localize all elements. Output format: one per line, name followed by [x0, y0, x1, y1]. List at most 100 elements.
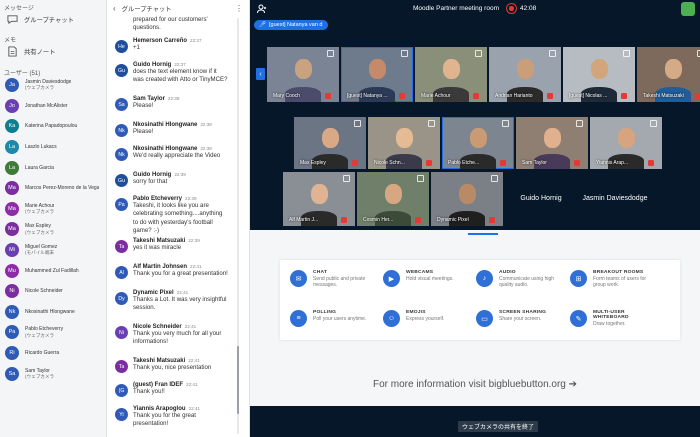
- fullscreen-icon[interactable]: [491, 175, 498, 182]
- message-body: Nicole Schneider 22:41 Thank you very much…: [133, 324, 229, 347]
- fullscreen-icon[interactable]: [576, 120, 583, 127]
- video-tile-name: Dynamic Pixel: [437, 217, 469, 223]
- video-tile[interactable]: Nicole Schn...: [368, 117, 440, 169]
- stop-webcam-button[interactable]: ウェブカメラの共有を終了: [458, 421, 539, 432]
- chat-message-list: prepared for our customers' questions. He…: [107, 16, 249, 437]
- avatar: (G: [115, 384, 128, 397]
- user-list-item[interactable]: Pa Pablo Etcheverry (ウェブカメラ: [0, 322, 106, 343]
- meeting-area: Moodle Partner meeting room 42:08 🎤︎ [gu…: [250, 0, 700, 437]
- recording-icon[interactable]: [506, 3, 517, 14]
- fullscreen-icon[interactable]: [623, 50, 630, 57]
- muted-microphone-icon: [695, 93, 700, 99]
- fullscreen-icon[interactable]: [428, 120, 435, 127]
- person-face: [368, 59, 386, 80]
- connection-status-icon[interactable]: [681, 2, 695, 16]
- chat-icon: ✉: [290, 270, 307, 287]
- breakout-icon: ⊞: [570, 270, 587, 287]
- fullscreen-icon[interactable]: [343, 175, 350, 182]
- person-face: [543, 128, 561, 149]
- chat-message: Ta Takeshi Matsuzaki 22:39 yes it was mirac…: [107, 238, 237, 253]
- user-list-item[interactable]: Nk Nkosinathi Hlongwane: [0, 302, 106, 323]
- user-list-item[interactable]: Ri Ricardo Guerra: [0, 343, 106, 364]
- user-status-text: (ウェブカメラ: [25, 332, 55, 338]
- video-tile[interactable]: Pablo Etche...: [442, 117, 514, 169]
- message-text: Thank you very much for all your informa…: [133, 330, 222, 346]
- minimize-presentation-button[interactable]: ‹: [256, 68, 265, 80]
- fullscreen-icon[interactable]: [401, 50, 408, 57]
- feature-text: WEBCAMS Hold visual meetings.: [406, 270, 454, 302]
- video-tile[interactable]: Andrian Harianto: [489, 47, 561, 102]
- video-tile[interactable]: Max Espley: [294, 117, 366, 169]
- chat-scrollbar-thumb[interactable]: [237, 346, 239, 414]
- video-tile[interactable]: Marie Achour: [415, 47, 487, 102]
- more-options-icon[interactable]: ⋮: [235, 4, 243, 13]
- avatar: Jo: [5, 98, 19, 113]
- video-tile[interactable]: [guest] Nicolas ...: [563, 47, 635, 102]
- person-face: [395, 128, 413, 149]
- muted-microphone-icon: [489, 217, 495, 223]
- fullscreen-icon[interactable]: [354, 120, 361, 127]
- user-list-item[interactable]: Ma Marcos Perez-Moreno de la Vega: [0, 178, 106, 199]
- user-text: Miguel Gomez (モバイル端末: [25, 244, 57, 256]
- shared-notes-nav-item[interactable]: 共有ノート: [0, 42, 106, 60]
- feature-title: POLLING: [313, 310, 337, 315]
- message-text: Thank you for the great presentation!: [133, 412, 197, 428]
- muted-microphone-icon: [547, 93, 553, 99]
- user-list-item[interactable]: Ka Katerina Papadopoulou: [0, 116, 106, 137]
- message-body: Pablo Etcheverry 22:39 Takeshi, it looks l…: [133, 196, 229, 236]
- user-list-item[interactable]: Ni Nicole Schneider: [0, 281, 106, 302]
- user-list-item[interactable]: Ma Marie Achour (ウェブカメラ: [0, 199, 106, 220]
- user-list-item[interactable]: Mi Miguel Gomez (モバイル端末: [0, 240, 106, 261]
- avatar: Ma: [5, 201, 19, 216]
- user-list-item[interactable]: Jo Jonathan McAlister: [0, 96, 106, 117]
- feature-title: EMOJIS: [406, 310, 426, 315]
- video-tile[interactable]: Yiannis Arap...: [590, 117, 662, 169]
- video-tile[interactable]: Jasmin Daviesdodge: [579, 172, 651, 226]
- video-tile[interactable]: Cosmin Her...: [357, 172, 429, 226]
- avatar: Pa: [115, 198, 128, 211]
- group-chat-nav-item[interactable]: グループチャット: [0, 10, 106, 28]
- chat-bubble-icon: [7, 14, 18, 24]
- chat-panel: ‹ グループチャット ⋮ prepared for our customers'…: [107, 0, 250, 437]
- user-list-item[interactable]: Ma Max Espley (ウェブカメラ: [0, 219, 106, 240]
- video-tile-name: [guest] Nicolas ...: [569, 93, 608, 99]
- video-tile[interactable]: [guest] Natanya ...: [341, 47, 413, 102]
- user-list-item[interactable]: Mu Muhammed Zul Fadillah: [0, 260, 106, 281]
- message-time: 22:38: [200, 122, 212, 127]
- chat-message: prepared for our customers' questions.: [107, 16, 237, 33]
- fullscreen-icon[interactable]: [650, 120, 657, 127]
- presentation-slide: ✉ CHAT Send public and private messages. ▶ W…: [250, 230, 700, 406]
- message-text: Please!: [133, 102, 154, 109]
- fullscreen-icon[interactable]: [502, 120, 509, 127]
- video-tile[interactable]: Guido Hornig: [505, 172, 577, 226]
- user-list-item[interactable]: La Laura Garcia: [0, 157, 106, 178]
- shared-notes-label: 共有ノート: [24, 48, 56, 56]
- chevron-left-icon[interactable]: ‹: [113, 4, 116, 13]
- message-text: yes it was miracle: [133, 244, 182, 251]
- chat-message: Ta Takeshi Matsuzaki 22:41 Thank you, nice …: [107, 358, 237, 373]
- muted-microphone-icon: [648, 160, 654, 166]
- fullscreen-icon[interactable]: [327, 50, 334, 57]
- user-name: Max Espley: [25, 223, 51, 230]
- message-time: 22:39: [188, 238, 200, 243]
- video-tile[interactable]: Dynamic Pixel: [431, 172, 503, 226]
- user-list-item[interactable]: Ja Jasmin Daviesdodge (ウェブカメラ: [0, 75, 106, 96]
- video-tile[interactable]: Mary Cooch: [267, 47, 339, 102]
- chat-message: Yi Yiannis Arapoglou 22:41 Thank you for th…: [107, 406, 237, 429]
- chat-message: Pa Pablo Etcheverry 22:39 Takeshi, it looks…: [107, 196, 237, 236]
- fullscreen-icon[interactable]: [417, 175, 424, 182]
- user-text: Sam Taylor (ウェブカメラ: [25, 368, 54, 380]
- user-name: Muhammed Zul Fadillah: [25, 267, 79, 274]
- feature-text: MULTI-USER WHITEBOARD Draw together.: [593, 310, 658, 342]
- user-list-item[interactable]: Sa Sam Taylor (ウェブカメラ: [0, 363, 106, 384]
- video-tile[interactable]: Sam Taylor: [516, 117, 588, 169]
- person-face: [294, 59, 312, 80]
- users-section-title: ユーザー (51): [4, 71, 41, 77]
- user-list-item[interactable]: La Laszlo Lukacs: [0, 137, 106, 158]
- fullscreen-icon[interactable]: [549, 50, 556, 57]
- video-tile[interactable]: Alf Martin J...: [283, 172, 355, 226]
- video-tile[interactable]: Takeshi Matsuzaki: [637, 47, 700, 102]
- users-icon[interactable]: [256, 3, 268, 15]
- fullscreen-icon[interactable]: [475, 50, 482, 57]
- user-text: Laura Garcia: [25, 165, 54, 171]
